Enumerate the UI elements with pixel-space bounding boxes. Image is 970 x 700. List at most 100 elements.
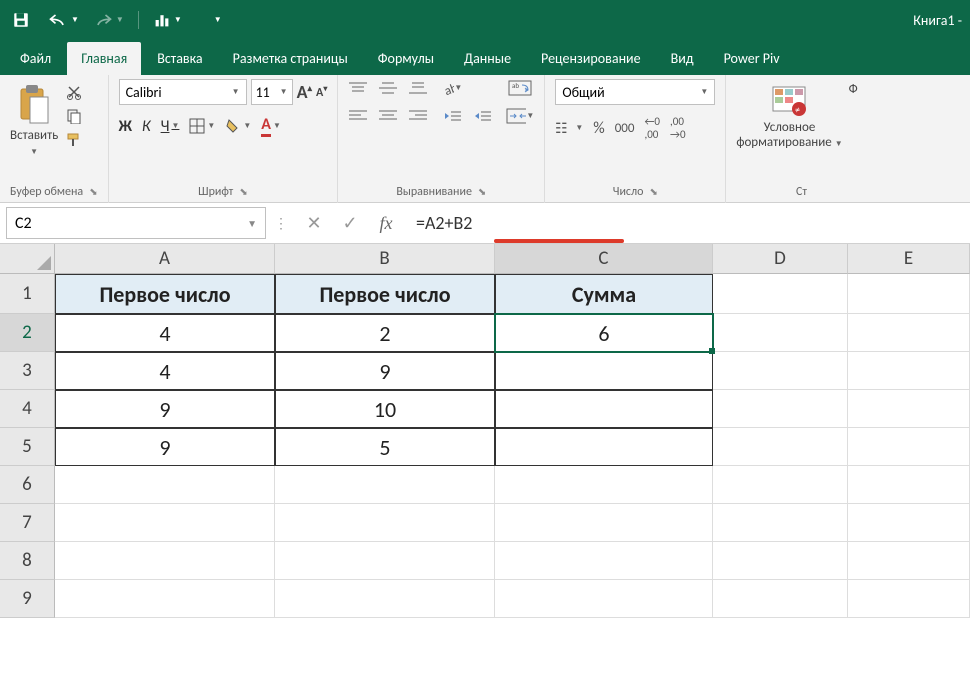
cell[interactable]	[848, 352, 970, 390]
row-header[interactable]: 5	[0, 428, 55, 466]
percent-format-icon[interactable]: %	[593, 119, 604, 138]
align-right-icon[interactable]	[408, 107, 428, 125]
accounting-format-icon[interactable]: ☷▼	[555, 120, 583, 136]
cell[interactable]	[495, 428, 713, 466]
cell[interactable]: 5	[275, 428, 495, 466]
comma-format-icon[interactable]: 000	[615, 121, 635, 136]
row-header[interactable]: 1	[0, 274, 55, 314]
formula-input[interactable]: =A2+B2	[404, 212, 970, 234]
select-all-corner[interactable]	[0, 244, 55, 274]
merge-cells-icon[interactable]: ▼	[506, 107, 534, 125]
dialog-launcher-icon[interactable]: ⬊	[649, 185, 657, 199]
chevron-down-icon[interactable]: ▼	[116, 15, 124, 25]
cell[interactable]: 9	[275, 352, 495, 390]
tab-insert[interactable]: Вставка	[143, 42, 216, 75]
align-center-icon[interactable]	[378, 107, 398, 125]
cell[interactable]: 6	[495, 314, 713, 352]
cell[interactable]: 10	[275, 390, 495, 428]
cell[interactable]	[713, 314, 848, 352]
cell[interactable]: 9	[55, 428, 275, 466]
increase-decimal-icon[interactable]: ←0,00	[644, 115, 660, 141]
quick-chart-button[interactable]: ▼	[153, 12, 182, 28]
insert-function-icon[interactable]: fx	[368, 207, 404, 239]
cell[interactable]: Первое число	[55, 274, 275, 314]
cell[interactable]	[848, 466, 970, 504]
cell[interactable]	[713, 466, 848, 504]
conditional-formatting-button[interactable]: ≠ Условноеформатирование ▼	[736, 83, 842, 151]
row-header[interactable]: 2	[0, 314, 55, 352]
cell[interactable]: 4	[55, 352, 275, 390]
cancel-formula-icon[interactable]: ✕	[296, 207, 332, 239]
font-color-button[interactable]: A▼	[261, 115, 281, 137]
tab-view[interactable]: Вид	[657, 42, 708, 75]
increase-indent-icon[interactable]	[472, 107, 492, 125]
cell[interactable]	[713, 352, 848, 390]
decrease-font-icon[interactable]: A▾	[316, 84, 327, 100]
tab-page-layout[interactable]: Разметка страницы	[219, 42, 362, 75]
cell[interactable]: 4	[55, 314, 275, 352]
format-painter-icon[interactable]	[64, 131, 84, 149]
column-header[interactable]: E	[848, 244, 970, 274]
row-header[interactable]: 6	[0, 466, 55, 504]
borders-button[interactable]: ▼	[189, 118, 215, 134]
row-header[interactable]: 3	[0, 352, 55, 390]
row-header[interactable]: 4	[0, 390, 55, 428]
name-box[interactable]: C2▼	[6, 207, 266, 239]
cell[interactable]	[848, 542, 970, 580]
cell[interactable]	[495, 504, 713, 542]
tab-data[interactable]: Данные	[450, 42, 525, 75]
cell[interactable]	[848, 274, 970, 314]
align-bottom-icon[interactable]	[408, 79, 428, 97]
cell[interactable]	[495, 580, 713, 618]
undo-button[interactable]: ▼	[48, 12, 79, 28]
save-icon[interactable]	[8, 7, 34, 33]
cell[interactable]	[713, 274, 848, 314]
font-name-select[interactable]: Calibri▼	[119, 79, 247, 105]
cell[interactable]: Первое число	[275, 274, 495, 314]
row-header[interactable]: 8	[0, 542, 55, 580]
expand-refs-icon[interactable]: ⋮	[266, 215, 296, 232]
cell[interactable]: Сумма	[495, 274, 713, 314]
row-header[interactable]: 9	[0, 580, 55, 618]
dialog-launcher-icon[interactable]: ⬊	[239, 185, 247, 199]
tab-review[interactable]: Рецензирование	[527, 42, 655, 75]
orientation-icon[interactable]: ab▼	[442, 79, 462, 97]
align-top-icon[interactable]	[348, 79, 368, 97]
align-left-icon[interactable]	[348, 107, 368, 125]
wrap-text-icon[interactable]: ab	[506, 79, 534, 97]
italic-button[interactable]: К	[142, 117, 151, 136]
enter-formula-icon[interactable]: ✓	[332, 207, 368, 239]
column-header[interactable]: A	[55, 244, 275, 274]
decrease-indent-icon[interactable]	[442, 107, 462, 125]
cell[interactable]	[848, 428, 970, 466]
cell[interactable]	[275, 466, 495, 504]
cell[interactable]: 9	[55, 390, 275, 428]
row-header[interactable]: 7	[0, 504, 55, 542]
bold-button[interactable]: Ж	[119, 117, 132, 136]
tab-power-pivot[interactable]: Power Piv	[710, 42, 794, 75]
cell[interactable]	[495, 542, 713, 580]
chevron-down-icon[interactable]: ▼	[247, 217, 257, 230]
increase-font-icon[interactable]: A▴	[297, 81, 312, 103]
dialog-launcher-icon[interactable]: ⬊	[478, 185, 486, 199]
cell[interactable]	[713, 542, 848, 580]
number-format-select[interactable]: Общий▼	[555, 79, 715, 105]
customize-qat-icon[interactable]: ▼	[214, 15, 222, 25]
cell[interactable]	[495, 390, 713, 428]
fill-color-button[interactable]: ▼	[225, 118, 251, 134]
column-header[interactable]: C	[495, 244, 713, 274]
copy-icon[interactable]	[64, 107, 84, 125]
cell[interactable]	[55, 466, 275, 504]
cell[interactable]	[848, 390, 970, 428]
cell[interactable]	[713, 428, 848, 466]
decrease-decimal-icon[interactable]: ,00→0	[670, 115, 686, 141]
cell[interactable]	[275, 504, 495, 542]
chevron-down-icon[interactable]: ▼	[174, 15, 182, 25]
cell[interactable]	[495, 466, 713, 504]
cell[interactable]	[275, 542, 495, 580]
cell[interactable]	[713, 580, 848, 618]
cell[interactable]	[713, 504, 848, 542]
cell[interactable]	[495, 352, 713, 390]
format-as-table-button[interactable]: Ф	[849, 83, 867, 98]
cut-icon[interactable]	[64, 83, 84, 101]
